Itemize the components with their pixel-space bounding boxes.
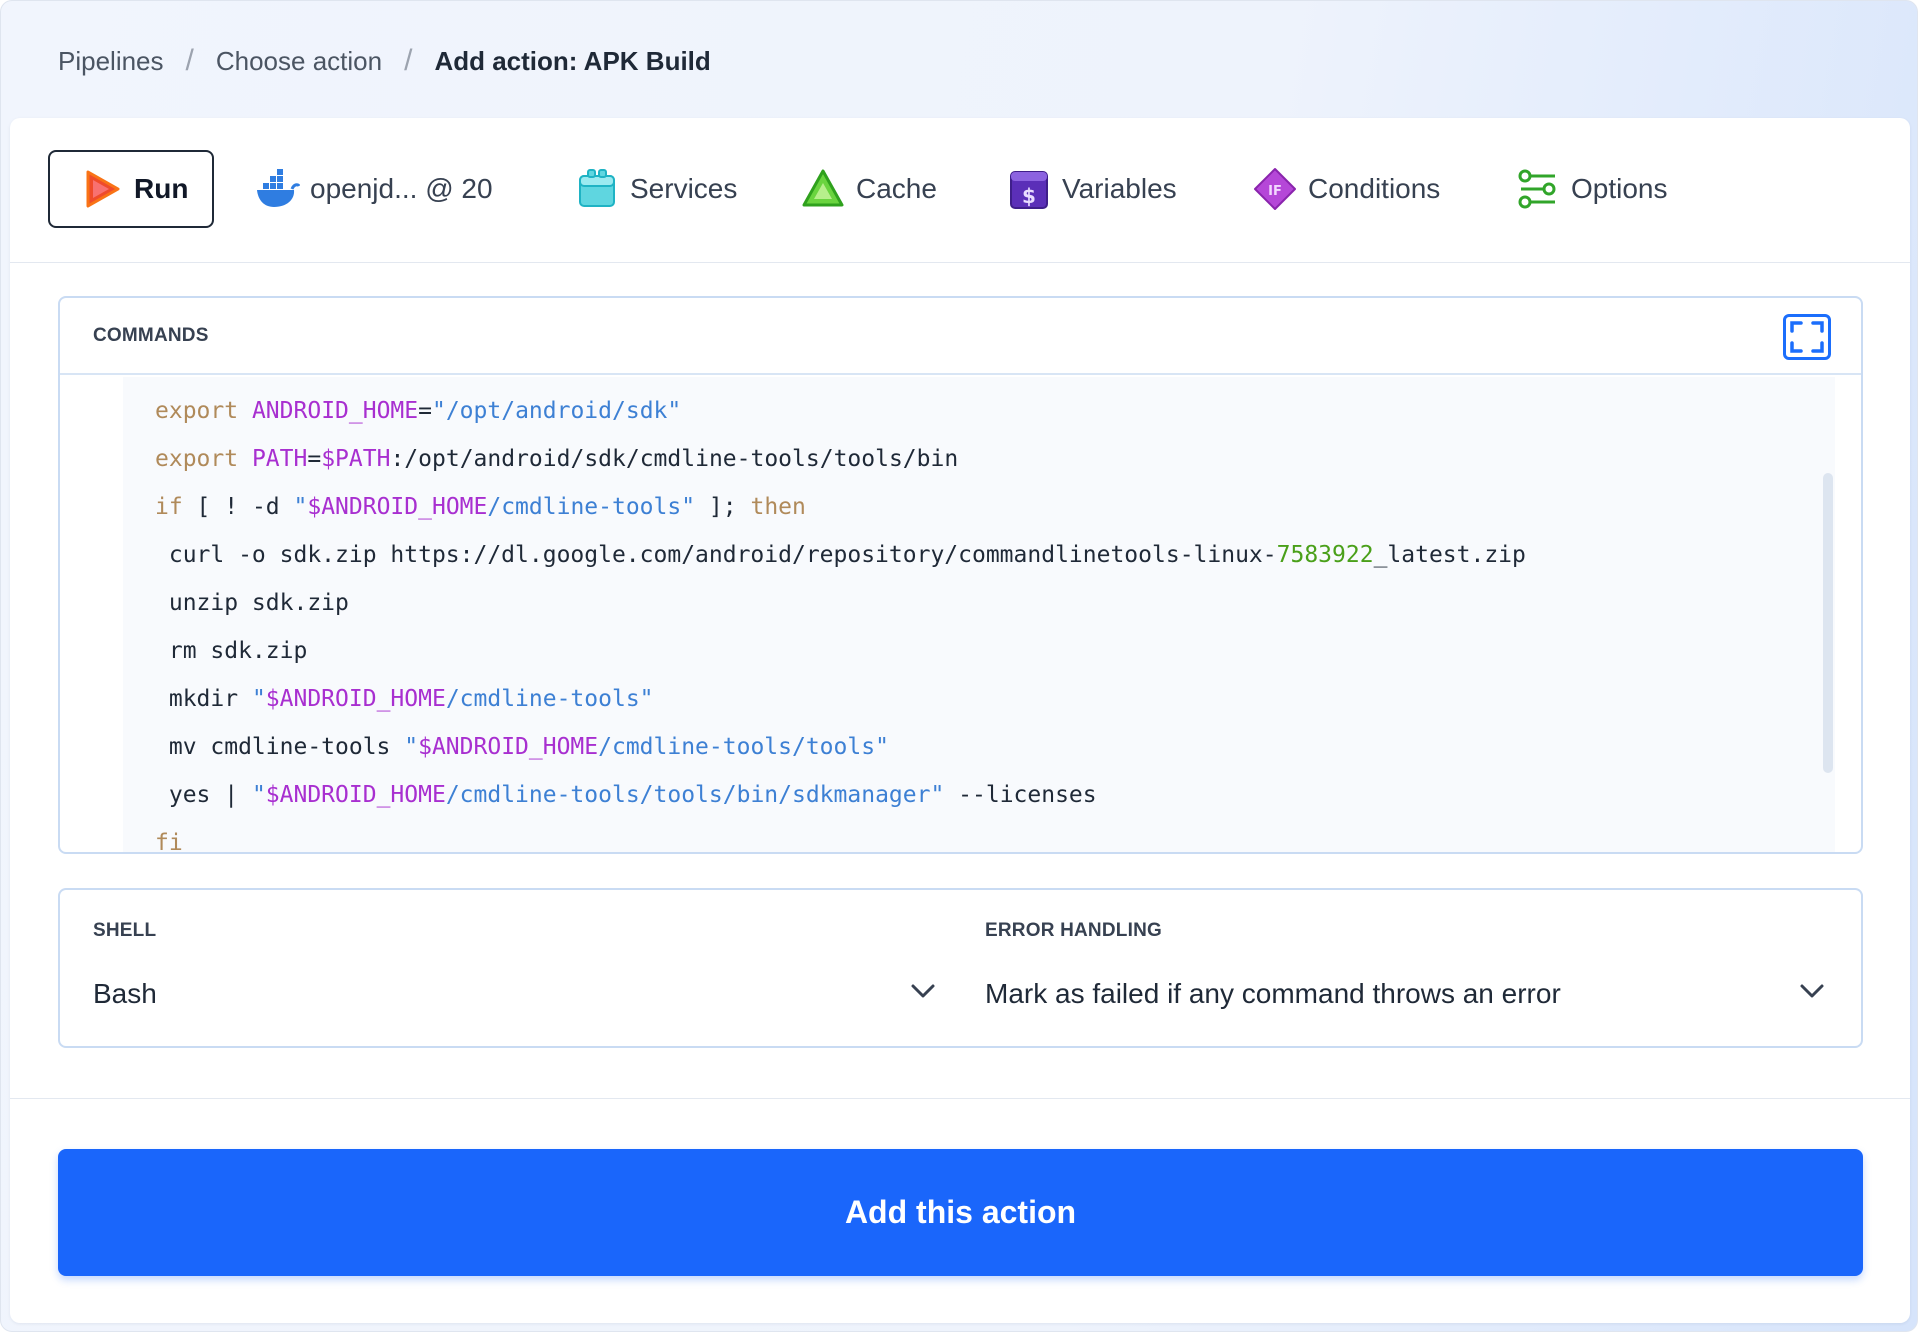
code-line: export ANDROID_HOME="/opt/android/sdk": [155, 387, 1526, 435]
breadcrumb-pipelines[interactable]: Pipelines: [58, 46, 164, 77]
chevron-down-icon: [911, 984, 935, 998]
tab-label: openjd... @ 20: [310, 173, 493, 204]
fullscreen-button[interactable]: [1783, 314, 1831, 360]
code-token: PATH: [251, 446, 308, 472]
code-token: fi: [155, 830, 183, 854]
options-sliders-icon: [1518, 169, 1556, 209]
tab-label: Run: [134, 173, 189, 204]
code-line: export PATH=$PATH:/opt/android/sdk/cmdli…: [155, 435, 1526, 483]
tab-variables[interactable]: $ Variables: [1006, 150, 1177, 228]
code-token: export: [155, 446, 239, 472]
chevron-down-icon: [1800, 984, 1824, 998]
code-token: rm sdk.zip: [155, 638, 308, 664]
tab-docker-image[interactable]: openjd... @ 20: [254, 150, 493, 228]
fullscreen-icon: [1790, 321, 1824, 353]
tab-options[interactable]: Options: [1515, 150, 1668, 228]
code-line: curl -o sdk.zip https://dl.google.com/an…: [155, 531, 1526, 579]
variables-dollar-icon: $: [1010, 171, 1048, 209]
code-token: 7583922: [1276, 542, 1374, 568]
code-token: ": [293, 494, 308, 520]
svg-text:IF: IF: [1268, 184, 1282, 199]
code-token: /cmdline-tools/tools/bin/sdkmanager": [445, 782, 945, 808]
code-line: unzip sdk.zip: [155, 579, 1526, 627]
commands-editor: COMMANDS export ANDROID_HOME="/opt/andro…: [58, 296, 1863, 854]
code-token: /cmdline-tools": [487, 494, 696, 520]
add-action-button[interactable]: Add this action: [58, 1149, 1863, 1276]
tab-label: Cache: [856, 173, 937, 204]
shell-label: SHELL: [93, 920, 157, 941]
tab-label: Variables: [1062, 173, 1177, 204]
code-token: =: [418, 398, 432, 424]
svg-text:$: $: [1022, 184, 1036, 208]
code-line: fi: [155, 819, 1526, 854]
conditions-if-icon: IF: [1254, 168, 1296, 210]
code-scrollbar[interactable]: [1823, 473, 1833, 773]
code-token: "/opt/android/sdk": [431, 398, 682, 424]
code-token: export: [155, 398, 239, 424]
error-handling-select[interactable]: ERROR HANDLING Mark as failed if any com…: [952, 890, 1857, 1046]
commands-title: COMMANDS: [60, 298, 1861, 375]
shell-select[interactable]: SHELL Bash: [60, 890, 960, 1046]
code-token: [ ! -d: [182, 494, 294, 520]
code-token: yes |: [155, 782, 252, 808]
code-token: $ANDROID_HOME: [265, 686, 446, 712]
code-token: then: [750, 494, 806, 520]
code-line: rm sdk.zip: [155, 627, 1526, 675]
action-tabs: Run openjd... @ 20 Services Cache $ Vari…: [10, 118, 1910, 263]
divider: [10, 1098, 1910, 1099]
action-panel: Run openjd... @ 20 Services Cache $ Vari…: [10, 118, 1910, 1323]
code-token: --licenses: [944, 782, 1097, 808]
breadcrumb: Pipelines / Choose action / Add action: …: [58, 41, 711, 81]
breadcrumb-current-page: Add action: APK Build: [434, 45, 711, 76]
app-frame: Pipelines / Choose action / Add action: …: [0, 0, 1918, 1332]
code-token: ];: [695, 494, 751, 520]
code-token: $ANDROID_HOME: [307, 494, 488, 520]
code-token: $PATH: [321, 446, 391, 472]
tab-services[interactable]: Services: [574, 150, 737, 228]
error-handling-value: Mark as failed if any command throws an …: [985, 978, 1561, 1009]
shell-value: Bash: [93, 978, 157, 1009]
code-token: $ANDROID_HOME: [418, 734, 599, 760]
code-line: mv cmdline-tools "$ANDROID_HOME/cmdline-…: [155, 723, 1526, 771]
code-token: curl -o sdk.zip https://dl.google.com/an…: [155, 542, 1277, 568]
code-token: :/opt/android/sdk/cmdline-tools/tools/bi…: [390, 446, 959, 472]
run-settings: SHELL Bash ERROR HANDLING Mark as failed…: [58, 888, 1863, 1048]
code-token: ": [251, 686, 266, 712]
tab-conditions[interactable]: IF Conditions: [1252, 150, 1440, 228]
code-token: if: [155, 494, 183, 520]
error-handling-label: ERROR HANDLING: [985, 920, 1162, 941]
breadcrumb-separator: /: [185, 44, 194, 77]
code-line: if [ ! -d "$ANDROID_HOME/cmdline-tools" …: [155, 483, 1526, 531]
tab-run[interactable]: Run: [48, 150, 215, 228]
code-line: yes | "$ANDROID_HOME/cmdline-tools/tools…: [155, 771, 1526, 819]
services-box-icon: [579, 169, 615, 207]
code-line: mkdir "$ANDROID_HOME/cmdline-tools": [155, 675, 1526, 723]
code-token: ": [404, 734, 419, 760]
code-lines: export ANDROID_HOME="/opt/android/sdk" ex…: [155, 387, 1526, 854]
tab-cache[interactable]: Cache: [800, 150, 937, 228]
code-token: _latest.zip: [1373, 542, 1526, 568]
cache-triangle-icon: [802, 169, 844, 207]
breadcrumb-separator: /: [404, 44, 413, 77]
code-token: /cmdline-tools/tools": [598, 734, 889, 760]
code-textarea[interactable]: export ANDROID_HOME="/opt/android/sdk" ex…: [123, 377, 1835, 854]
docker-whale-icon: [257, 169, 300, 207]
tab-label: Services: [630, 173, 738, 204]
code-token: ANDROID_HOME: [251, 398, 419, 424]
code-token: unzip sdk.zip: [155, 590, 349, 616]
code-token: ": [251, 782, 266, 808]
tab-label: Conditions: [1308, 173, 1441, 204]
tab-label: Options: [1571, 173, 1668, 204]
code-token: /cmdline-tools": [445, 686, 654, 712]
breadcrumb-choose-action[interactable]: Choose action: [216, 46, 382, 77]
play-icon: [86, 170, 120, 208]
code-token: =: [307, 446, 322, 472]
code-token: $ANDROID_HOME: [265, 782, 446, 808]
code-token: mv cmdline-tools: [155, 734, 405, 760]
code-token: mkdir: [155, 686, 252, 712]
